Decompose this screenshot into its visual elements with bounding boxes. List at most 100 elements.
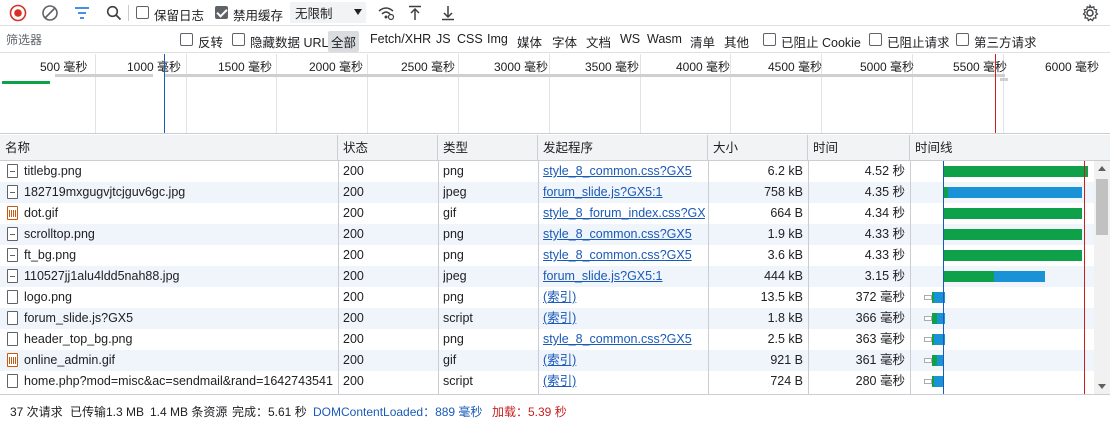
request-initiator-link[interactable]: style_8_common.css?GX5: [543, 161, 705, 182]
disable-cache-checkbox[interactable]: [215, 6, 228, 19]
record-stop-icon[interactable]: [8, 3, 28, 23]
filter-input[interactable]: [2, 30, 167, 50]
column-header-size[interactable]: 大小: [708, 135, 808, 161]
waterfall-bar[interactable]: [994, 271, 1045, 282]
request-name[interactable]: home.php?mod=misc&ac=sendmail&rand=16427…: [24, 371, 336, 392]
request-name[interactable]: ft_bg.png: [24, 245, 336, 266]
filter-icon[interactable]: [72, 3, 92, 23]
column-header-name[interactable]: 名称: [0, 135, 338, 161]
type-filter-ws[interactable]: WS: [620, 32, 640, 46]
type-filter-all[interactable]: 全部: [328, 31, 360, 52]
request-time: 4.52 秒: [864, 164, 905, 178]
table-row[interactable]: home.php?mod=misc&ac=sendmail&rand=16427…: [0, 371, 1094, 392]
column-header-time[interactable]: 时间: [808, 135, 910, 161]
network-conditions-icon[interactable]: [376, 3, 396, 23]
request-name[interactable]: 110527jj1alu4ldd5nah88.jpg: [24, 266, 336, 287]
request-size: 664 B: [770, 206, 803, 220]
request-size: 724 B: [770, 374, 803, 388]
table-row[interactable]: ft_bg.png 200 png style_8_common.css?GX5 3.6…: [0, 245, 1094, 266]
request-status: 200: [343, 164, 364, 178]
type-filter-other[interactable]: 其他: [724, 32, 749, 51]
type-filter-font[interactable]: 字体: [552, 32, 577, 51]
table-row[interactable]: dot.gif 200 gif style_8_forum_index.css?GX5…: [0, 203, 1094, 224]
request-initiator-link[interactable]: forum_slide.js?GX5:1: [543, 266, 705, 287]
type-filter-doc[interactable]: 文档: [586, 32, 611, 51]
column-header-initiator[interactable]: 发起程序: [538, 135, 708, 161]
column-divider: [708, 161, 709, 394]
waterfall-bar[interactable]: [944, 208, 1082, 219]
scrollbar-thumb[interactable]: [1096, 179, 1108, 235]
table-row[interactable]: 182719mxgugvjtcjguv6gc.jpg 200 jpeg forum_s…: [0, 182, 1094, 203]
type-filter-img[interactable]: Img: [487, 32, 508, 46]
request-name[interactable]: scrolltop.png: [24, 224, 336, 245]
dom-content-loaded-marker: [164, 54, 165, 133]
request-name[interactable]: logo.png: [24, 287, 336, 308]
waterfall-bar[interactable]: [944, 229, 1082, 240]
type-filter-manifest[interactable]: 清单: [690, 32, 715, 51]
request-size: 1.8 kB: [767, 311, 803, 325]
request-name[interactable]: forum_slide.js?GX5: [24, 308, 336, 329]
waterfall-bar[interactable]: [944, 166, 1088, 177]
waterfall-bar[interactable]: [944, 250, 1082, 261]
timeline-overview[interactable]: 500 毫秒 1000 毫秒 1500 毫秒 2000 毫秒 2500 毫秒 3…: [0, 54, 1110, 134]
request-name[interactable]: dot.gif: [24, 203, 336, 224]
table-row[interactable]: logo.png 200 png (索引) 13.5 kB 372 毫秒: [0, 287, 1094, 308]
table-row[interactable]: header_top_bg.png 200 png style_8_common.cs…: [0, 329, 1094, 350]
scroll-down-arrow-icon[interactable]: [1098, 384, 1106, 389]
request-name[interactable]: 182719mxgugvjtcjguv6gc.jpg: [24, 182, 336, 203]
request-time: 4.33 秒: [864, 227, 905, 241]
blocked-cookies-checkbox[interactable]: [763, 33, 776, 46]
table-row[interactable]: titlebg.png 200 png style_8_common.css?GX5 6…: [0, 161, 1094, 182]
overview-tick: 6000 毫秒: [1045, 60, 1100, 74]
waterfall-bar[interactable]: [944, 271, 994, 282]
request-initiator-link[interactable]: style_8_common.css?GX5: [543, 224, 705, 245]
table-row[interactable]: 110527jj1alu4ldd5nah88.jpg 200 jpeg forum_s…: [0, 266, 1094, 287]
request-name[interactable]: online_admin.gif: [24, 350, 336, 371]
blocked-requests-checkbox[interactable]: [869, 33, 882, 46]
import-har-icon[interactable]: [405, 3, 425, 23]
image-file-icon: [7, 269, 18, 283]
resources-size: 1.4 MB 条资源: [150, 405, 228, 419]
column-header-type[interactable]: 类型: [438, 135, 538, 161]
clear-icon[interactable]: [40, 3, 60, 23]
request-name[interactable]: titlebg.png: [24, 161, 336, 182]
invert-checkbox[interactable]: [180, 33, 193, 46]
third-party-checkbox[interactable]: [956, 33, 969, 46]
type-filter-media[interactable]: 媒体: [517, 32, 542, 51]
request-initiator-link[interactable]: style_8_forum_index.css?GX5: [543, 203, 705, 224]
type-filter-css[interactable]: CSS: [457, 32, 483, 46]
scroll-up-arrow-icon[interactable]: [1098, 166, 1106, 171]
waterfall-queue-bar: [924, 337, 932, 342]
type-filter-fetch-xhr[interactable]: Fetch/XHR: [370, 32, 431, 46]
type-filter-wasm[interactable]: Wasm: [647, 32, 682, 46]
table-row[interactable]: scrolltop.png 200 png style_8_common.css?GX…: [0, 224, 1094, 245]
export-har-icon[interactable]: [438, 3, 458, 23]
request-initiator-link[interactable]: (索引): [543, 308, 705, 329]
overview-tick: 5500 毫秒: [953, 60, 1008, 74]
throttling-select[interactable]: 无限制: [290, 2, 366, 23]
column-header-waterfall[interactable]: 时间线: [910, 135, 1110, 161]
scrollbar[interactable]: [1094, 161, 1110, 394]
request-name[interactable]: header_top_bg.png: [24, 329, 336, 350]
request-initiator-link[interactable]: style_8_common.css?GX5: [543, 245, 705, 266]
preserve-log-checkbox[interactable]: [136, 6, 149, 19]
waterfall-bar[interactable]: [948, 187, 1082, 198]
request-initiator-link[interactable]: forum_slide.js?GX5:1: [543, 182, 705, 203]
request-time: 363 毫秒: [855, 332, 905, 346]
request-initiator-link[interactable]: (索引): [543, 350, 705, 371]
column-header-status[interactable]: 状态: [338, 135, 438, 161]
waterfall-bar[interactable]: [934, 376, 943, 387]
gear-icon[interactable]: [1080, 3, 1100, 23]
type-filter-js[interactable]: JS: [436, 32, 451, 46]
request-time: 4.34 秒: [864, 206, 905, 220]
request-initiator-link[interactable]: (索引): [543, 371, 705, 392]
request-initiator-link[interactable]: style_8_common.css?GX5: [543, 329, 705, 350]
request-initiator-link[interactable]: (索引): [543, 287, 705, 308]
hide-data-urls-checkbox[interactable]: [232, 33, 245, 46]
table-row[interactable]: online_admin.gif 200 gif (索引) 921 B 361 毫秒: [0, 350, 1094, 371]
request-count: 37 次请求: [10, 405, 63, 419]
image-file-icon: [7, 164, 18, 178]
table-row[interactable]: forum_slide.js?GX5 200 script (索引) 1.8 kB 366…: [0, 308, 1094, 329]
overview-tick: 5000 毫秒: [860, 60, 915, 74]
search-icon[interactable]: [104, 3, 124, 23]
